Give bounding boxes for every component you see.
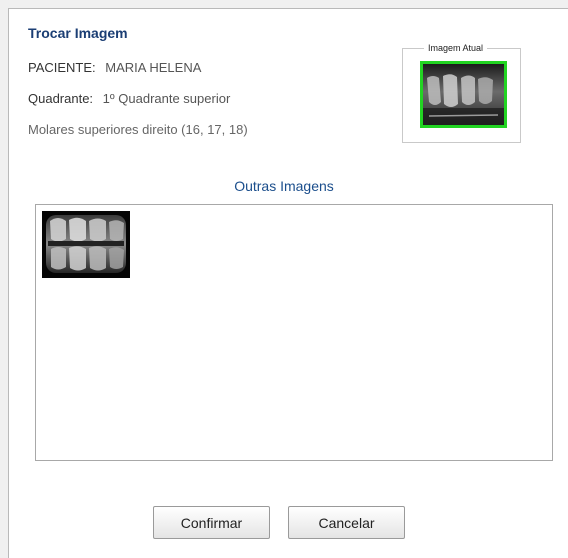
cancel-button[interactable]: Cancelar bbox=[288, 506, 405, 539]
quadrant-value: 1º Quadrante superior bbox=[102, 91, 231, 106]
quadrant-row: Quadrante: 1º Quadrante superior bbox=[28, 91, 230, 106]
quadrant-label: Quadrante: bbox=[28, 91, 94, 106]
xray-image-thumbnail bbox=[42, 211, 130, 278]
current-image-thumbnail bbox=[420, 61, 507, 128]
current-image-group: Imagem Atual bbox=[402, 43, 521, 143]
patient-label: PACIENTE: bbox=[28, 60, 96, 75]
current-image-legend: Imagem Atual bbox=[424, 43, 488, 53]
gallery-thumbnail[interactable] bbox=[42, 211, 130, 278]
xray-image-current bbox=[423, 64, 504, 125]
dialog-title: Trocar Imagem bbox=[28, 25, 128, 41]
patient-row: PACIENTE: MARIA HELENA bbox=[28, 60, 201, 75]
other-images-gallery[interactable] bbox=[35, 204, 553, 461]
other-images-title: Outras Imagens bbox=[234, 178, 334, 194]
patient-name: MARIA HELENA bbox=[105, 60, 202, 75]
teeth-description: Molares superiores direito (16, 17, 18) bbox=[28, 122, 248, 137]
confirm-button[interactable]: Confirmar bbox=[153, 506, 270, 539]
